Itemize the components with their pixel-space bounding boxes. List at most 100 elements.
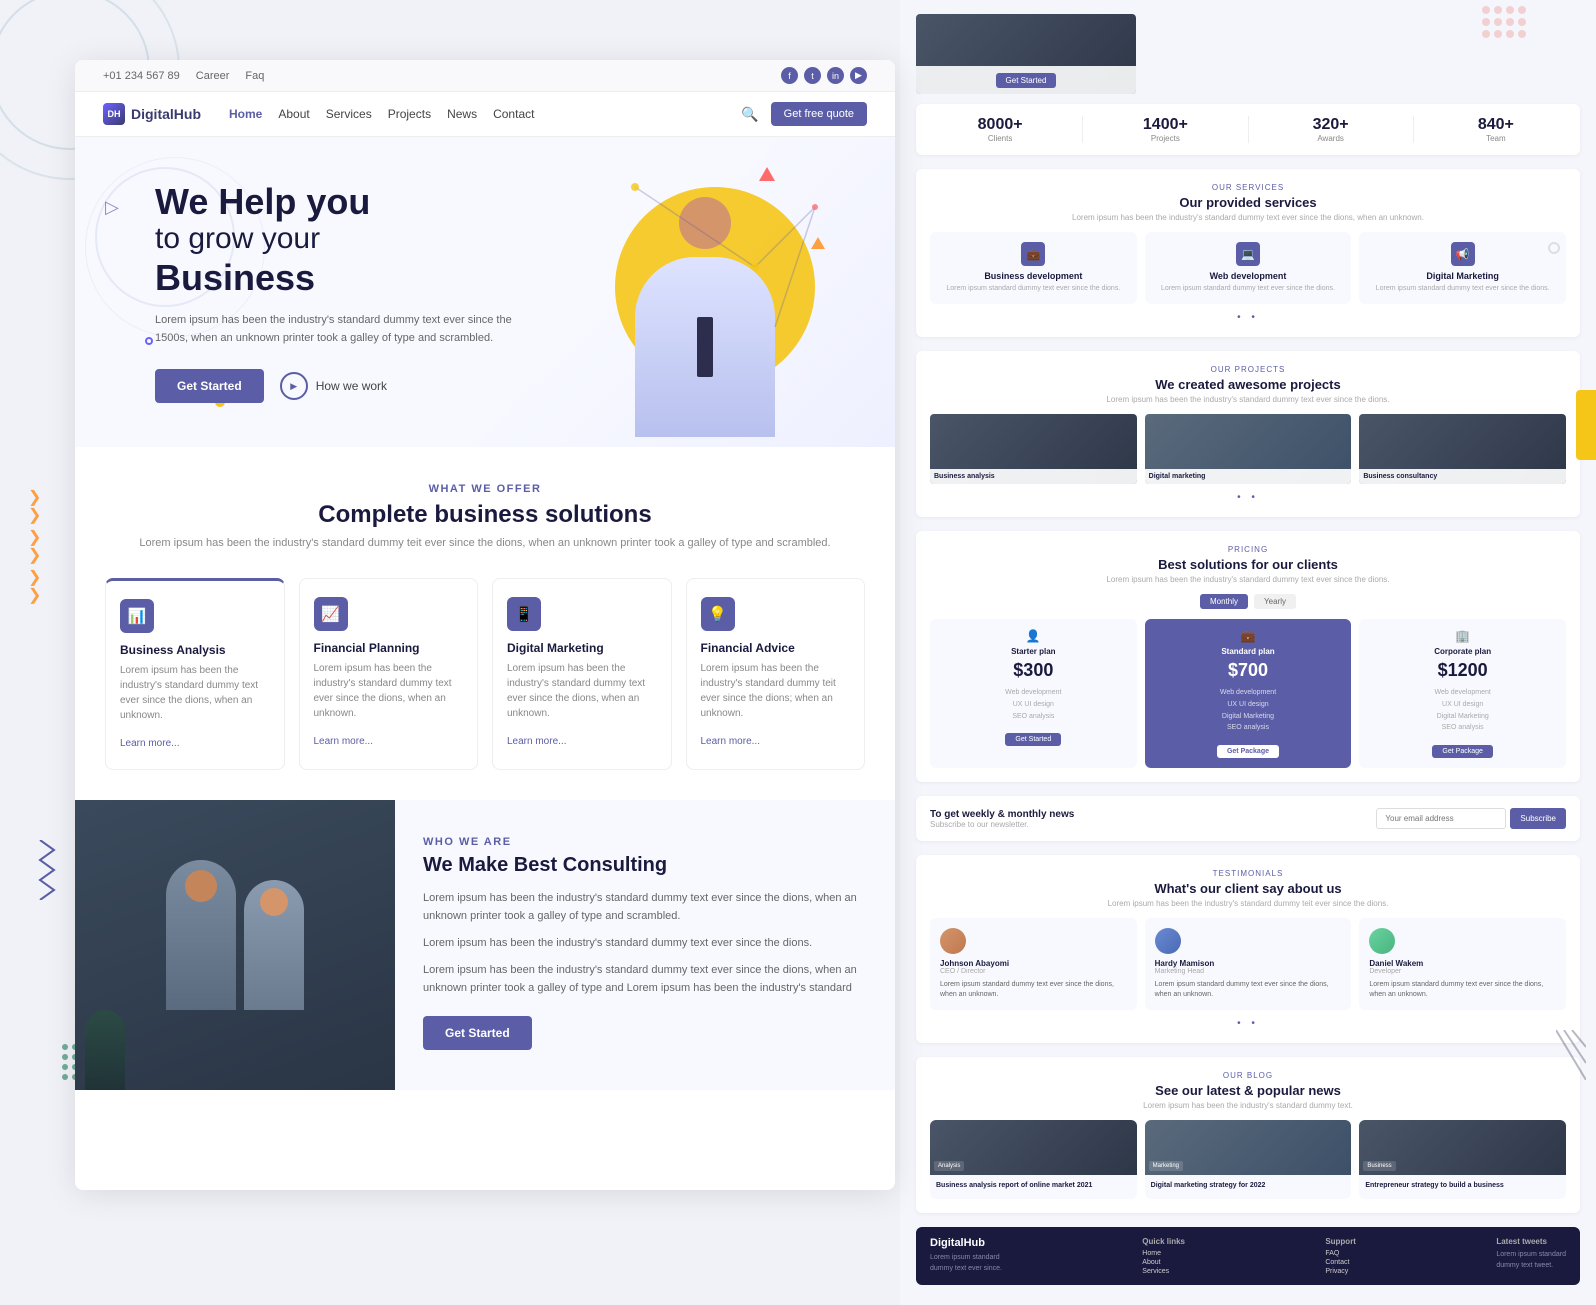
footer-support-title: Support <box>1325 1237 1356 1246</box>
pricing-plan-standard-features: Web developmentUX UI designDigital Marke… <box>1153 687 1344 735</box>
testimonial-2-avatar <box>1155 928 1181 954</box>
service-link-planning[interactable]: Learn more... <box>314 736 373 747</box>
news-card-1-img: Analysis <box>930 1120 1137 1175</box>
right-service-1[interactable]: 💼 Business development Lorem ipsum stand… <box>930 232 1137 304</box>
stat-team: 840+ Team <box>1426 116 1566 143</box>
topbar: +01 234 567 89 Career Faq f t in ▶ <box>75 60 895 92</box>
stat-divider-3 <box>1413 116 1414 143</box>
chevron-1: ❯ <box>28 490 41 506</box>
right-project-3-label: Business consultancy <box>1359 469 1566 484</box>
chevron-6: ❯ <box>28 588 41 604</box>
stat-clients-label: Clients <box>930 134 1070 143</box>
faq-link[interactable]: Faq <box>245 70 264 82</box>
right-yellow-deco <box>1576 390 1596 460</box>
pricing-plan-standard-btn[interactable]: Get Package <box>1217 745 1279 758</box>
hero-title-line2: to grow your <box>155 222 535 257</box>
pricing-tab-monthly[interactable]: Monthly <box>1200 594 1248 609</box>
right-hero-img: Get Started <box>916 14 1136 94</box>
pricing-plan-starter-btn[interactable]: Get Started <box>1005 733 1061 746</box>
nav-news[interactable]: News <box>447 107 477 121</box>
right-service-2[interactable]: 💻 Web development Lorem ipsum standard d… <box>1145 232 1352 304</box>
search-icon[interactable]: 🔍 <box>741 106 758 123</box>
footer-support-faq[interactable]: FAQ <box>1325 1250 1356 1257</box>
footer-quicklinks-col: Quick links Home About Services <box>1142 1237 1185 1275</box>
footer-link-services[interactable]: Services <box>1142 1268 1185 1275</box>
hero-title-line1: We Help you <box>155 181 535 222</box>
right-services-label: OUR SERVICES <box>930 183 1566 192</box>
nav-about[interactable]: About <box>278 107 309 121</box>
nav-contact[interactable]: Contact <box>493 107 534 121</box>
stat-divider-1 <box>1082 116 1083 143</box>
footer-support-privacy[interactable]: Privacy <box>1325 1268 1356 1275</box>
service-card-advice[interactable]: 💡 Financial Advice Lorem ipsum has been … <box>686 578 866 770</box>
service-icon-advice: 💡 <box>701 597 735 631</box>
news-card-2[interactable]: Marketing Digital marketing strategy for… <box>1145 1120 1352 1199</box>
news-card-1-title: Business analysis report of online marke… <box>936 1181 1131 1190</box>
footer-link-about[interactable]: About <box>1142 1259 1185 1266</box>
right-service-3[interactable]: 📢 Digital Marketing Lorem ipsum standard… <box>1359 232 1566 304</box>
get-quote-button[interactable]: Get free quote <box>771 102 867 126</box>
hero-image-area <box>575 147 855 437</box>
right-pricing-desc: Lorem ipsum has been the industry's stan… <box>930 575 1566 584</box>
right-projects-title: We created awesome projects <box>930 377 1566 392</box>
pricing-plan-corporate-btn[interactable]: Get Package <box>1432 745 1492 758</box>
footer-brand-col: DigitalHub Lorem ipsum standarddummy tex… <box>930 1237 1002 1275</box>
pricing-tab-yearly[interactable]: Yearly <box>1254 594 1296 609</box>
footer-brand-text: Lorem ipsum standarddummy text ever sinc… <box>930 1253 1002 1274</box>
nav-actions: 🔍 Get free quote <box>741 102 867 126</box>
facebook-icon[interactable]: f <box>781 67 798 84</box>
news-card-1[interactable]: Analysis Business analysis report of onl… <box>930 1120 1137 1199</box>
footer-tweets-title: Latest tweets <box>1496 1237 1566 1246</box>
newsletter-email-input[interactable] <box>1376 808 1506 829</box>
service-name-planning: Financial Planning <box>314 641 464 655</box>
how-we-work-button[interactable]: ▶ How we work <box>280 372 387 400</box>
stat-divider-2 <box>1248 116 1249 143</box>
service-link-marketing[interactable]: Learn more... <box>507 736 566 747</box>
stat-team-label: Team <box>1426 134 1566 143</box>
service-link-analysis[interactable]: Learn more... <box>120 738 179 749</box>
who-title: We Make Best Consulting <box>423 854 867 877</box>
right-project-1[interactable]: Business analysis <box>930 414 1137 484</box>
footer-support-contact[interactable]: Contact <box>1325 1259 1356 1266</box>
nav-home[interactable]: Home <box>229 107 262 121</box>
stat-clients-num: 8000+ <box>930 116 1070 134</box>
youtube-icon[interactable]: ▶ <box>850 67 867 84</box>
footer-link-home[interactable]: Home <box>1142 1250 1185 1257</box>
pricing-plan-corporate-name: Corporate plan <box>1367 647 1558 656</box>
stat-projects-num: 1400+ <box>1095 116 1235 134</box>
testimonials-dots-indicator: • • <box>930 1018 1566 1029</box>
right-service-icon-3: 📢 <box>1451 242 1475 266</box>
right-project-2[interactable]: Digital marketing <box>1145 414 1352 484</box>
who-get-started-button[interactable]: Get Started <box>423 1016 532 1050</box>
testimonials-title: What's our client say about us <box>930 881 1566 896</box>
nav-services[interactable]: Services <box>326 107 372 121</box>
right-hero-cta-button[interactable]: Get Started <box>996 73 1057 88</box>
news-card-3-title: Entrepreneur strategy to build a busines… <box>1365 1181 1560 1190</box>
news-card-3[interactable]: Business Entrepreneur strategy to build … <box>1359 1120 1566 1199</box>
newsletter-submit-button[interactable]: Subscribe <box>1510 808 1566 829</box>
chevron-5: ❯ <box>28 570 41 586</box>
nav-projects[interactable]: Projects <box>388 107 431 121</box>
service-card-marketing[interactable]: 📱 Digital Marketing Lorem ipsum has been… <box>492 578 672 770</box>
right-dots-top <box>1476 0 1556 80</box>
stat-team-num: 840+ <box>1426 116 1566 134</box>
pricing-plan-corporate: 🏢 Corporate plan $1200 Web developmentUX… <box>1359 619 1566 769</box>
chevron-3: ❯ <box>28 530 41 546</box>
deco-dot-purple <box>145 337 153 345</box>
get-started-button[interactable]: Get Started <box>155 369 264 403</box>
news-card-3-img: Business <box>1359 1120 1566 1175</box>
service-link-advice[interactable]: Learn more... <box>701 736 760 747</box>
career-link[interactable]: Career <box>196 70 230 82</box>
service-card-analysis[interactable]: 📊 Business Analysis Lorem ipsum has been… <box>105 578 285 770</box>
stat-projects: 1400+ Projects <box>1095 116 1235 143</box>
right-services-section: OUR SERVICES Our provided services Lorem… <box>916 169 1580 337</box>
service-text-marketing: Lorem ipsum has been the industry's stan… <box>507 661 657 721</box>
service-card-planning[interactable]: 📈 Financial Planning Lorem ipsum has bee… <box>299 578 479 770</box>
right-service-name-1: Business development <box>938 271 1129 281</box>
instagram-icon[interactable]: in <box>827 67 844 84</box>
twitter-icon[interactable]: t <box>804 67 821 84</box>
service-text-advice: Lorem ipsum has been the industry's stan… <box>701 661 851 721</box>
right-project-3[interactable]: Business consultancy <box>1359 414 1566 484</box>
offer-section: WHAT WE OFFER Complete business solution… <box>75 447 895 800</box>
phone-number: +01 234 567 89 <box>103 70 180 82</box>
